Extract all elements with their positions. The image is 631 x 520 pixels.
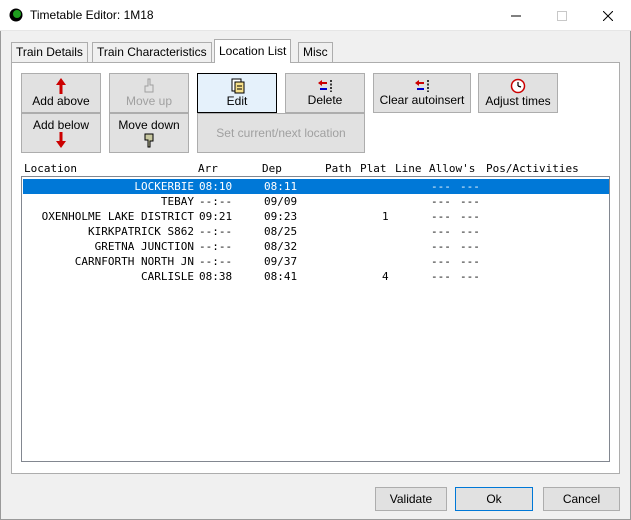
list-row[interactable]: CARLISLE 08:38 08:41 4 --- --- — [23, 269, 609, 284]
cell-arr: 08:38 — [199, 270, 233, 283]
cell-allows: --- — [431, 195, 451, 208]
tab-train-characteristics[interactable]: Train Characteristics — [92, 42, 212, 62]
column-header-plat: Plat — [360, 162, 387, 175]
cell-location: CARNFORTH NORTH JN — [74, 255, 194, 268]
list-row[interactable]: LOCKERBIE 08:10 08:11 --- --- — [23, 179, 609, 194]
cell-allows: --- — [431, 210, 451, 223]
validate-button[interactable]: Validate — [375, 487, 447, 511]
cell-arr: --:-- — [199, 195, 233, 208]
ok-button[interactable]: Ok — [455, 487, 533, 511]
list-row[interactable]: OXENHOLME LAKE DISTRICT 09:21 09:23 1 --… — [23, 209, 609, 224]
tab-location-list[interactable]: Location List — [214, 39, 292, 63]
cell-dep: 08:41 — [264, 270, 298, 283]
cell-arr: 08:10 — [199, 180, 233, 193]
clock-icon — [510, 78, 526, 94]
cell-dep: 09:23 — [264, 210, 298, 223]
cancel-button[interactable]: Cancel — [543, 487, 620, 511]
cell-allows: --- — [431, 255, 451, 268]
location-listbox[interactable]: LOCKERBIE 08:10 08:11 --- --- TEBAY --:-… — [21, 176, 610, 462]
list-row[interactable]: KIRKPATRICK S862 --:-- 08/25 --- --- — [23, 224, 609, 239]
cell-location: LOCKERBIE — [134, 180, 194, 193]
cell-allows: --- — [431, 240, 451, 253]
cell-dep: 08/32 — [264, 240, 298, 253]
list-row[interactable]: CARNFORTH NORTH JN --:-- 09/37 --- --- — [23, 254, 609, 269]
move-up-button[interactable]: Move up — [109, 73, 189, 113]
edit-document-icon — [231, 78, 245, 94]
cell-plat: 4 — [382, 270, 389, 283]
column-header-location: Location — [24, 162, 77, 175]
delete-row-icon — [318, 80, 332, 92]
app-icon — [9, 8, 23, 22]
close-icon — [603, 10, 613, 21]
cell-location: OXENHOLME LAKE DISTRICT — [41, 210, 194, 223]
cell-arr: --:-- — [199, 240, 233, 253]
cell-dep: 09/09 — [264, 195, 298, 208]
close-button[interactable] — [585, 0, 631, 31]
cell-allows: --- — [431, 180, 451, 193]
cell-arr: --:-- — [199, 255, 233, 268]
cell-pos: --- — [460, 195, 480, 208]
cell-pos: --- — [460, 180, 480, 193]
arrow-up-icon — [56, 78, 66, 94]
cell-pos: --- — [460, 225, 480, 238]
arrow-down-icon — [56, 132, 66, 148]
adjust-times-button[interactable]: Adjust times — [478, 73, 558, 113]
add-above-button[interactable]: Add above — [21, 73, 101, 113]
column-header-arr: Arr — [198, 162, 218, 175]
cell-pos: --- — [460, 240, 480, 253]
clear-autoinsert-button[interactable]: Clear autoinsert — [373, 73, 471, 113]
window-title: Timetable Editor: 1M18 — [30, 8, 154, 22]
cell-pos: --- — [460, 270, 480, 283]
hand-down-icon — [144, 133, 154, 148]
set-current-next-location-button[interactable]: Set current/next location — [197, 113, 365, 153]
minimize-icon — [511, 15, 521, 16]
minimize-button[interactable] — [493, 0, 539, 31]
column-header-pos-activities: Pos/Activities — [486, 162, 579, 175]
tab-misc[interactable]: Misc — [298, 42, 333, 62]
column-header-dep: Dep — [262, 162, 282, 175]
column-header-path: Path — [325, 162, 352, 175]
hand-up-icon — [144, 78, 154, 93]
cell-dep: 08/25 — [264, 225, 298, 238]
cell-plat: 1 — [382, 210, 389, 223]
title-bar: Timetable Editor: 1M18 — [0, 0, 631, 31]
cell-location: CARLISLE — [141, 270, 194, 283]
cell-pos: --- — [460, 210, 480, 223]
maximize-icon — [557, 10, 567, 21]
cell-dep: 08:11 — [264, 180, 298, 193]
cell-pos: --- — [460, 255, 480, 268]
edit-button[interactable]: Edit — [197, 73, 277, 113]
tab-train-details[interactable]: Train Details — [11, 42, 88, 62]
add-below-button[interactable]: Add below — [21, 113, 101, 153]
list-row[interactable]: TEBAY --:-- 09/09 --- --- — [23, 194, 609, 209]
list-row[interactable]: GRETNA JUNCTION --:-- 08/32 --- --- — [23, 239, 609, 254]
move-down-button[interactable]: Move down — [109, 113, 189, 153]
column-header-line: Line — [395, 162, 422, 175]
cell-location: TEBAY — [160, 195, 194, 208]
column-header-allows: Allow's — [429, 162, 476, 175]
cell-allows: --- — [431, 225, 451, 238]
cell-dep: 09/37 — [264, 255, 298, 268]
cell-location: GRETNA JUNCTION — [94, 240, 194, 253]
delete-button[interactable]: Delete — [285, 73, 365, 113]
cell-location: KIRKPATRICK S862 — [88, 225, 194, 238]
cell-arr: --:-- — [199, 225, 233, 238]
cell-allows: --- — [431, 270, 451, 283]
clear-autoinsert-icon — [415, 80, 429, 92]
cell-arr: 09:21 — [199, 210, 233, 223]
maximize-button[interactable] — [539, 0, 585, 31]
